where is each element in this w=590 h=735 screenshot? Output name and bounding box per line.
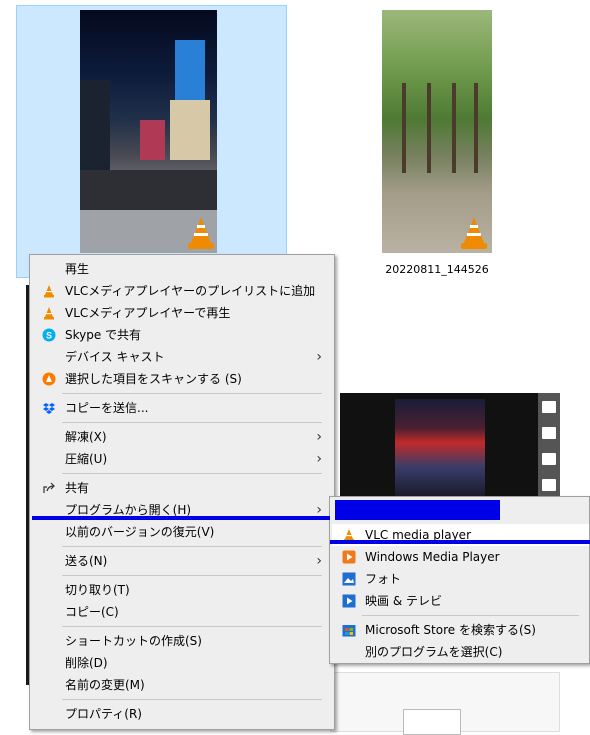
submenu-item-movies-tv[interactable]: 映画 & テレビ <box>332 590 589 612</box>
submenu-item-label: 映画 & テレビ <box>365 594 442 608</box>
avast-icon <box>42 372 56 386</box>
menu-item-copy[interactable]: コピー(C) <box>32 601 332 623</box>
submenu-item-label: フォト <box>365 572 402 586</box>
open-with-submenu: VLC media player Windows Media Player フォ… <box>329 496 590 664</box>
menu-item-label: 送る(N) <box>65 554 108 568</box>
menu-item-vlc-play[interactable]: VLCメディアプレイヤーで再生 <box>32 302 332 324</box>
vlc-cone-icon <box>44 307 54 320</box>
menu-item-label: 解凍(X) <box>65 430 107 444</box>
dropbox-icon <box>43 403 55 414</box>
highlight-box-submenu-top <box>335 500 500 520</box>
film-strip-decoration <box>538 393 560 496</box>
menu-item-restore-previous[interactable]: 以前のバージョンの復元(V) <box>32 521 332 543</box>
menu-item-label: 以前のバージョンの復元(V) <box>65 525 215 539</box>
submenu-item-label: Microsoft Store を検索する(S) <box>365 623 536 637</box>
microsoft-store-icon <box>342 625 356 637</box>
chevron-right-icon: › <box>316 429 322 445</box>
menu-separator <box>62 393 322 394</box>
menu-item-label: コピー(C) <box>65 605 119 619</box>
submenu-item-label: Windows Media Player <box>365 550 500 564</box>
menu-item-label: プロパティ(R) <box>65 707 142 721</box>
menu-item-delete[interactable]: 削除(D) <box>32 652 332 674</box>
menu-separator <box>62 422 322 423</box>
menu-item-label: 圧縮(U) <box>65 452 108 466</box>
highlight-underline-vlc <box>330 540 590 544</box>
menu-item-send-copy[interactable]: コピーを送信... <box>32 397 332 419</box>
submenu-item-windows-media-player[interactable]: Windows Media Player <box>332 546 589 568</box>
menu-item-label: 再生 <box>65 262 90 276</box>
menu-item-label: 共有 <box>65 481 90 495</box>
menu-item-label: コピーを送信... <box>65 401 149 415</box>
chevron-right-icon: › <box>316 349 322 365</box>
vlc-cone-icon <box>461 217 487 249</box>
svg-text:S: S <box>46 331 52 341</box>
menu-item-label: 削除(D) <box>65 656 108 670</box>
menu-item-create-shortcut[interactable]: ショートカットの作成(S) <box>32 630 332 652</box>
submenu-item-choose-another-app[interactable]: 別のプログラムを選択(C) <box>332 641 589 663</box>
menu-item-skype-share[interactable]: S Skype で共有 <box>32 324 332 346</box>
vlc-cone-icon <box>44 285 54 298</box>
menu-item-label: デバイス キャスト <box>65 350 165 364</box>
menu-item-compress[interactable]: 圧縮(U) › <box>32 448 332 470</box>
menu-item-rename[interactable]: 名前の変更(M) <box>32 674 332 696</box>
chevron-right-icon: › <box>316 451 322 467</box>
file-thumbnail-video[interactable] <box>340 393 540 496</box>
share-icon <box>43 482 55 493</box>
menu-separator <box>62 575 322 576</box>
menu-separator <box>62 473 322 474</box>
menu-item-label: VLCメディアプレイヤーのプレイリストに追加 <box>65 284 316 298</box>
menu-item-label: VLCメディアプレイヤーで再生 <box>65 306 231 320</box>
context-menu: 再生 VLCメディアプレイヤーのプレイリストに追加 VLCメディアプレイヤーで再… <box>29 254 335 730</box>
menu-item-cut[interactable]: 切り取り(T) <box>32 579 332 601</box>
menu-separator <box>62 626 322 627</box>
menu-item-label: 名前の変更(M) <box>65 678 145 692</box>
skype-icon: S <box>42 328 56 342</box>
movies-tv-icon <box>342 594 356 608</box>
submenu-item-photos[interactable]: フォト <box>332 568 589 590</box>
menu-separator <box>62 699 322 700</box>
submenu-separator <box>362 615 579 616</box>
chevron-right-icon: › <box>316 553 322 569</box>
vlc-cone-icon <box>188 217 214 249</box>
menu-item-label: ショートカットの作成(S) <box>65 634 202 648</box>
menu-item-scan[interactable]: 選択した項目をスキャンする (S) <box>32 368 332 390</box>
file-name-label[interactable]: 20220811_144526 <box>382 263 492 276</box>
highlight-underline-open-with <box>32 516 330 520</box>
photos-icon <box>342 572 356 586</box>
menu-item-share[interactable]: 共有 <box>32 477 332 499</box>
menu-item-extract[interactable]: 解凍(X) › <box>32 426 332 448</box>
menu-separator <box>62 546 322 547</box>
menu-item-play[interactable]: 再生 <box>32 258 332 280</box>
menu-item-label: 選択した項目をスキャンする (S) <box>65 372 242 386</box>
menu-item-label: Skype で共有 <box>65 328 142 342</box>
submenu-item-microsoft-store[interactable]: Microsoft Store を検索する(S) <box>332 619 589 641</box>
windows-media-player-icon <box>342 550 356 564</box>
menu-item-vlc-add-playlist[interactable]: VLCメディアプレイヤーのプレイリストに追加 <box>32 280 332 302</box>
menu-item-label: 切り取り(T) <box>65 583 130 597</box>
file-thumbnail-document[interactable] <box>330 672 560 735</box>
menu-item-properties[interactable]: プロパティ(R) <box>32 703 332 725</box>
submenu-item-label: 別のプログラムを選択(C) <box>365 645 503 659</box>
menu-item-send-to[interactable]: 送る(N) › <box>32 550 332 572</box>
menu-item-device-cast[interactable]: デバイス キャスト › <box>32 346 332 368</box>
